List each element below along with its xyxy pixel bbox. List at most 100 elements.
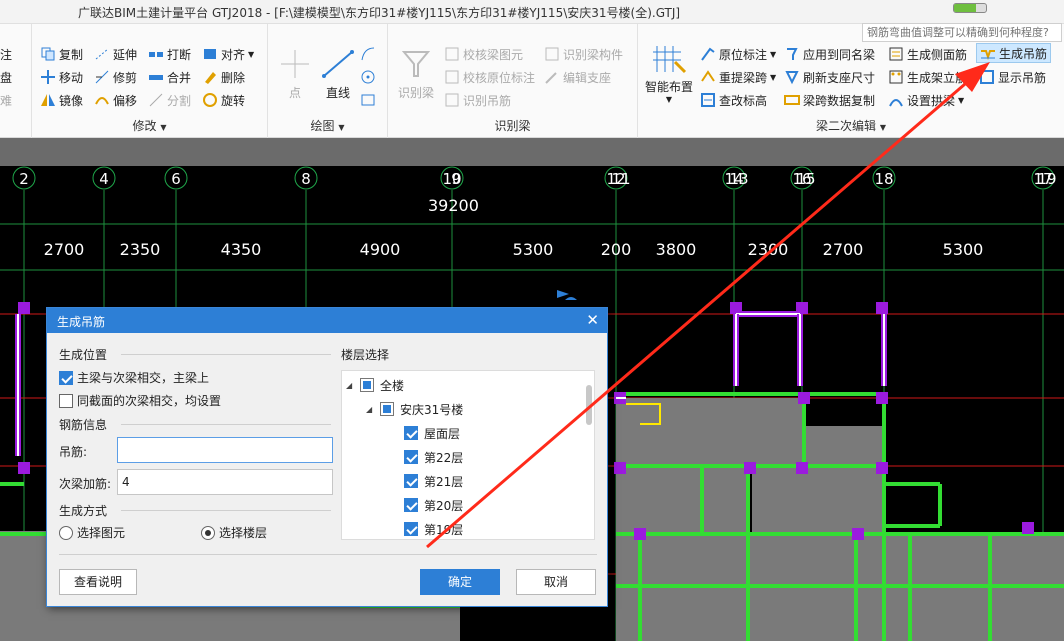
tree-node-floor[interactable]: 第19层 — [404, 519, 463, 539]
partial-check-icon[interactable] — [380, 402, 394, 416]
generate-erection-rebar-button[interactable]: 生成架立筋 — [888, 67, 967, 87]
column[interactable] — [18, 462, 30, 474]
ribbon-group-draw: 点 直线 绘图 ▼ — [268, 24, 388, 138]
partial-item-2[interactable]: 盘 — [0, 67, 12, 87]
column[interactable] — [852, 528, 864, 540]
rect-button[interactable] — [360, 90, 379, 110]
ribbon-group-partial: 注 盘 难 — [0, 24, 32, 138]
tree-node-all[interactable]: ◢ 全楼 — [346, 375, 404, 395]
break-button[interactable]: 打断 — [148, 44, 191, 64]
search-input[interactable] — [862, 23, 1062, 42]
hanger-input[interactable] — [117, 437, 333, 463]
funnel-icon — [398, 48, 434, 80]
slab-region[interactable] — [616, 398, 804, 466]
identify-beam-button[interactable]: 识别梁 — [394, 48, 438, 101]
checkbox-checked[interactable] — [404, 522, 418, 536]
chevron-down-icon: ▼ — [958, 95, 965, 105]
partial-item-1[interactable]: 注 — [0, 44, 12, 64]
floor-tree[interactable]: ◢ 全楼 ◢ 安庆31号楼 屋面层 第22层 第21层 第20层 第19层 — [341, 370, 595, 540]
re-extract-span-button[interactable]: 重提梁跨 ▼ — [700, 67, 776, 87]
ok-button[interactable]: 确定 — [420, 569, 500, 595]
column[interactable] — [1022, 522, 1034, 534]
tree-node-floor[interactable]: 第20层 — [404, 495, 463, 515]
partial-check-icon[interactable] — [360, 378, 374, 392]
expand-icon[interactable]: ◢ — [346, 381, 360, 390]
radio-select-elements[interactable]: 选择图元 — [59, 524, 125, 541]
draw-group-label[interactable]: 绘图 ▼ — [268, 117, 387, 134]
break-icon — [148, 46, 164, 62]
arch-icon — [888, 92, 904, 108]
checkbox-checked[interactable] — [404, 426, 418, 440]
tree-node-floor[interactable]: 屋面层 — [404, 423, 460, 443]
extend-button[interactable]: 延伸 — [94, 44, 137, 64]
slab-region[interactable] — [752, 466, 882, 536]
same-section-checkbox[interactable]: 同截面的次梁相交，均设置 — [59, 392, 221, 409]
beam-edit-group-label[interactable]: 梁二次编辑 ▼ — [638, 117, 1064, 134]
radio-select-floors[interactable]: 选择楼层 — [201, 524, 267, 541]
checkbox-checked[interactable] — [404, 498, 418, 512]
check-annotation-button[interactable]: 校核原位标注 — [444, 67, 535, 87]
column[interactable] — [796, 462, 808, 474]
generate-hanger-dialog: 生成吊筋 ✕ 生成位置 主梁与次梁相交，主梁上 同截面的次梁相交，均设置 钢筋信… — [46, 307, 608, 607]
slab-region[interactable] — [616, 536, 856, 641]
mirror-button[interactable]: 镜像 — [40, 90, 83, 110]
apply-same-name-button[interactable]: 应用到同名梁 — [784, 44, 875, 64]
trim-button[interactable]: 修剪 — [94, 67, 137, 87]
arc-button[interactable] — [360, 44, 379, 64]
checkbox-checked[interactable] — [404, 450, 418, 464]
circle-button[interactable] — [360, 67, 379, 87]
column[interactable] — [634, 528, 646, 540]
tree-scrollbar[interactable] — [586, 385, 592, 425]
expand-icon[interactable]: ◢ — [366, 405, 380, 414]
set-arch-beam-button[interactable]: 设置拱梁 ▼ — [888, 90, 964, 110]
radio-off — [59, 525, 73, 540]
tree-node-floor[interactable]: 第21层 — [404, 471, 463, 491]
axis-label: 4 — [99, 170, 109, 188]
align-button[interactable]: 对齐 ▼ — [202, 44, 254, 64]
span-label: 2300 — [748, 240, 789, 259]
modify-group-label[interactable]: 修改 ▼ — [32, 117, 267, 134]
line-button[interactable]: 直线 — [320, 48, 356, 101]
merge-button[interactable]: 合并 — [148, 67, 191, 87]
tree-node-floor[interactable]: 第22层 — [404, 447, 463, 467]
column[interactable] — [744, 462, 756, 474]
check-beam-button[interactable]: 校核梁图元 — [444, 44, 523, 64]
smart-layout-button[interactable]: 智能布置 ▼ — [644, 42, 694, 104]
refresh-support-button[interactable]: 刷新支座尺寸 — [784, 67, 875, 87]
ribbon-group-identify: 识别梁 校核梁图元 识别梁构件 校核原位标注 编辑支座 识别吊筋 识别梁 — [388, 24, 638, 138]
span-data-copy-button[interactable]: 梁跨数据复制 — [784, 90, 875, 110]
column[interactable] — [876, 392, 888, 404]
in-situ-annotation-button[interactable]: 原位标注 ▼ — [700, 44, 776, 64]
main-secondary-checkbox[interactable]: 主梁与次梁相交，主梁上 — [59, 369, 209, 386]
offset-button[interactable]: 偏移 — [94, 90, 137, 110]
generate-hanger-rebar-button[interactable]: 生成吊筋 — [976, 43, 1052, 63]
partial-item-3[interactable]: 难 — [0, 90, 12, 110]
point-button[interactable]: 点 — [280, 48, 310, 101]
cancel-button[interactable]: 取消 — [516, 569, 596, 595]
column[interactable] — [18, 302, 30, 314]
column[interactable] — [876, 302, 888, 314]
slab-region[interactable] — [858, 536, 1064, 641]
generate-side-rebar-button[interactable]: 生成侧面筋 — [888, 44, 967, 64]
rotate-button[interactable]: 旋转 — [202, 90, 245, 110]
help-button[interactable]: 查看说明 — [59, 569, 137, 595]
edit-support-button[interactable]: 编辑支座 — [544, 67, 611, 87]
checkbox-checked[interactable] — [404, 474, 418, 488]
move-button[interactable]: 移动 — [40, 67, 83, 87]
copy-button[interactable]: 复制 — [40, 44, 83, 64]
tree-node-building[interactable]: ◢ 安庆31号楼 — [366, 399, 463, 419]
delete-button[interactable]: 删除 — [202, 67, 245, 87]
chevron-down-icon: ▼ — [665, 95, 673, 104]
identify-hanger-button[interactable]: 识别吊筋 — [444, 90, 511, 110]
secondary-rebar-input[interactable] — [117, 469, 333, 495]
split-button[interactable]: 分割 — [148, 90, 191, 110]
column[interactable] — [798, 392, 810, 404]
close-icon[interactable]: ✕ — [586, 311, 599, 329]
identify-beam-component-button[interactable]: 识别梁构件 — [544, 44, 623, 64]
slab-region[interactable] — [616, 466, 748, 536]
slab-region[interactable] — [804, 426, 884, 466]
column[interactable] — [876, 462, 888, 474]
check-elevation-button[interactable]: 查改标高 — [700, 90, 767, 110]
column[interactable] — [614, 462, 626, 474]
show-hanger-button[interactable]: 显示吊筋 — [979, 67, 1046, 87]
